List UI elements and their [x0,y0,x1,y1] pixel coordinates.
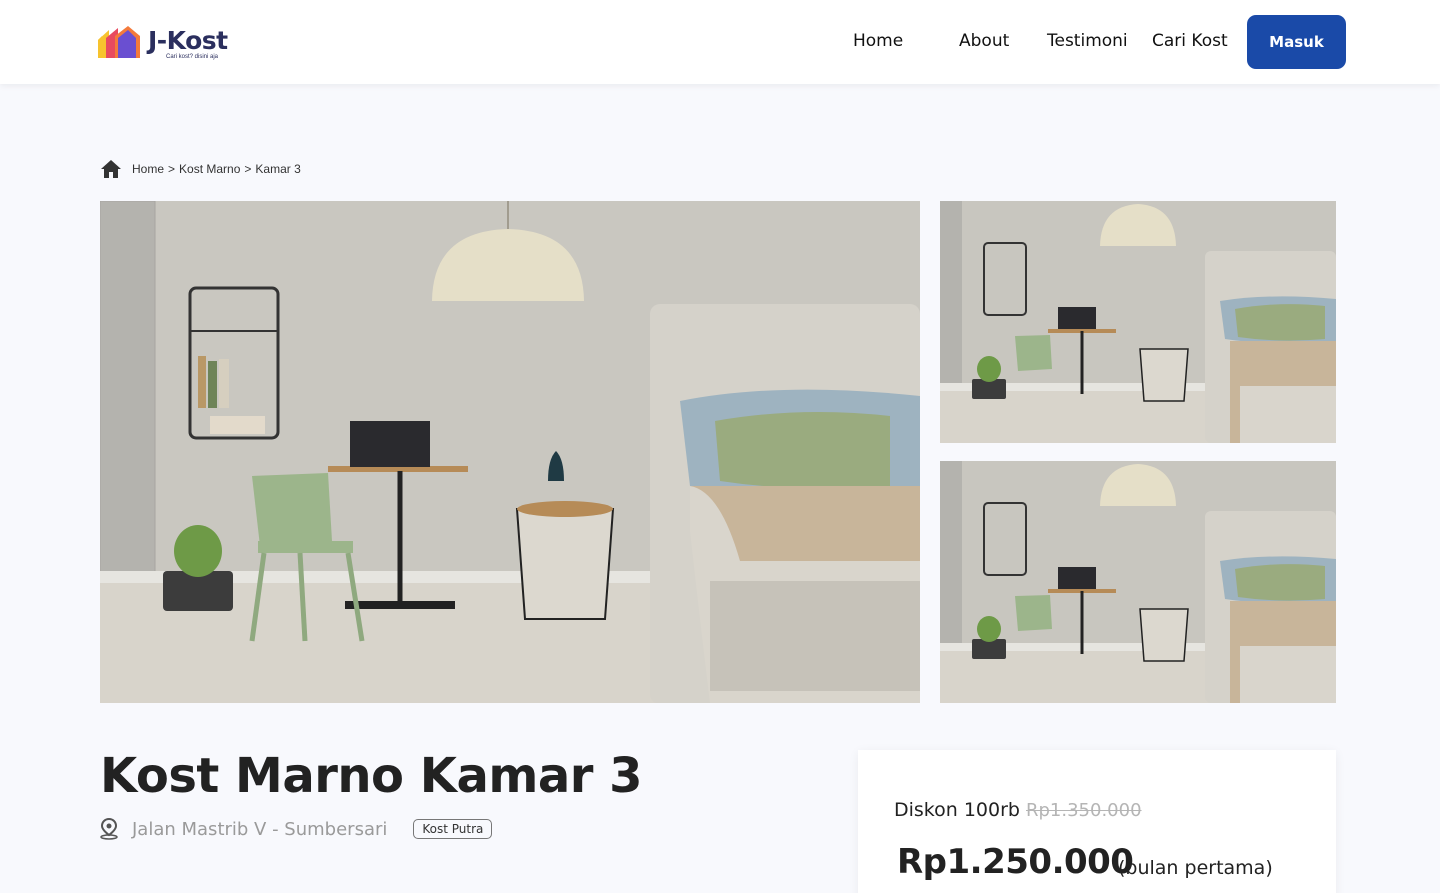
breadcrumb-separator: > [244,162,252,176]
location-pin-icon [100,818,118,840]
breadcrumb-home[interactable]: Home [132,162,164,176]
breadcrumb: Home > Kost Marno > Kamar 3 [100,159,301,179]
house-logo-icon [98,26,140,58]
room-photo-thumb[interactable] [940,201,1336,443]
discount-label: Diskon 100rb [894,799,1020,821]
top-navbar: J-Kost Cari kost? disini aja Home About … [0,0,1440,84]
breadcrumb-kost[interactable]: Kost Marno [179,162,240,176]
location-text: Jalan Mastrib V - Sumbersari [132,818,388,840]
price-note: (bulan pertama) [1118,857,1273,879]
room-photo-main[interactable] [100,201,920,703]
nav-home-link[interactable]: Home [853,31,903,51]
original-price: Rp1.350.000 [1026,800,1142,821]
listing-title: Kost Marno Kamar 3 [100,748,643,804]
breadcrumb-current: Kamar 3 [255,162,301,176]
login-button[interactable]: Masuk [1247,15,1346,69]
kost-type-badge: Kost Putra [413,819,493,839]
price-card: Diskon 100rb Rp1.350.000 Rp1.250.000 (bu… [858,750,1336,893]
nav-testimoni-link[interactable]: Testimoni [1047,31,1128,51]
nav-about-link[interactable]: About [959,31,1009,51]
current-price: Rp1.250.000 [897,842,1134,882]
breadcrumb-separator: > [168,162,176,176]
brand-name: J-Kost [148,26,228,55]
brand-logo[interactable]: J-Kost Cari kost? disini aja [98,26,228,60]
room-photo-thumb[interactable] [940,461,1336,703]
nav-cari-kost-link[interactable]: Cari Kost [1152,31,1228,51]
listing-location: Jalan Mastrib V - Sumbersari Kost Putra [100,818,493,840]
brand-tagline: Cari kost? disini aja [166,54,219,60]
home-icon[interactable] [100,159,122,179]
